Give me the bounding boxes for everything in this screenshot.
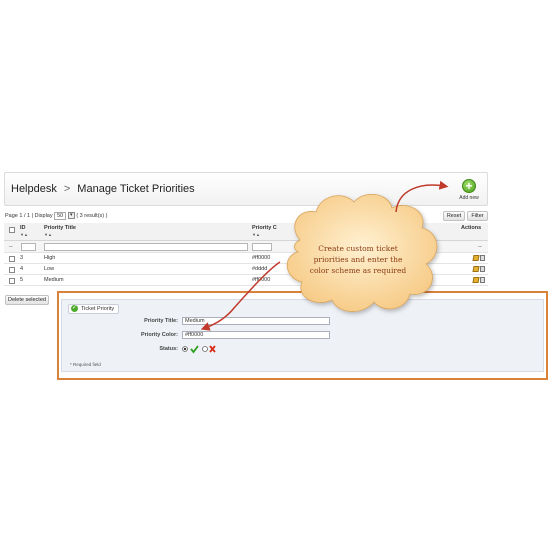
callout-text: Create custom ticket priorities and ente…	[309, 244, 407, 275]
callout-overlay	[200, 180, 449, 331]
callout-arrow-color-field	[200, 261, 281, 331]
